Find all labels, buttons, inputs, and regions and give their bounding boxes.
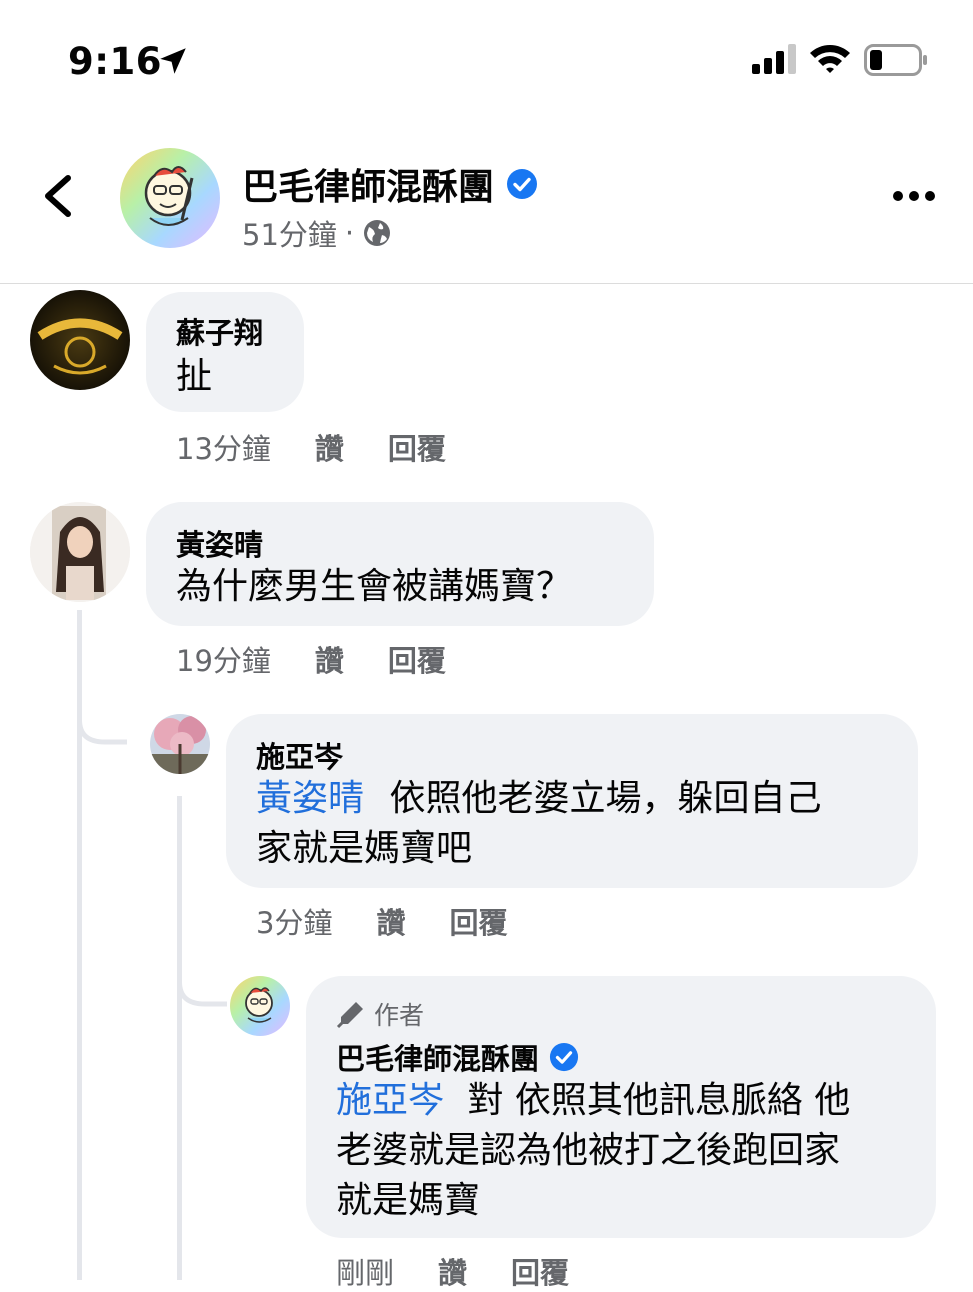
meta-separator: ·: [344, 216, 355, 250]
author-tag-label: 作者: [374, 1001, 425, 1030]
like-button[interactable]: 讚: [376, 900, 405, 942]
comment-text-line: 就是媽寶: [336, 1180, 481, 1221]
avatar[interactable]: [30, 502, 130, 602]
cellular-signal-icon: [752, 44, 796, 74]
reply-button[interactable]: 回覆: [511, 1250, 569, 1292]
post-time[interactable]: 51分鐘: [242, 212, 337, 254]
comment-actions: 19分鐘 讚 回覆: [176, 638, 446, 680]
verified-badge-icon: [507, 169, 538, 199]
back-chevron-icon[interactable]: [38, 172, 78, 220]
comment-actions: 13分鐘 讚 回覆: [176, 426, 446, 468]
comment-author[interactable]: 施亞岑: [256, 734, 343, 776]
author-badge: 作者: [336, 996, 424, 1032]
avatar[interactable]: [230, 976, 290, 1036]
reply-button[interactable]: 回覆: [388, 638, 446, 680]
like-button[interactable]: 讚: [438, 1250, 467, 1292]
comment-bubble[interactable]: 作者 巴毛律師混酥團 施亞岑 對 依照其他訊息脈絡 他 老婆就是認為他被打之後跑…: [306, 976, 936, 1238]
page-avatar[interactable]: [120, 148, 220, 248]
thread-connector: [77, 700, 127, 745]
comment-time[interactable]: 3分鐘: [256, 900, 332, 942]
wifi-icon: [810, 45, 850, 73]
avatar[interactable]: [150, 714, 210, 774]
avatar[interactable]: [30, 290, 130, 390]
status-time: 9:16: [68, 40, 163, 83]
mention-link[interactable]: 施亞岑: [336, 1080, 444, 1121]
comment-text-line: 老婆就是認為他被打之後跑回家: [336, 1130, 841, 1171]
comment-author[interactable]: 蘇子翔: [176, 310, 263, 352]
comment-author-row: 巴毛律師混酥團: [336, 1036, 579, 1078]
comment-bubble[interactable]: 黃姿晴 為什麼男生會被講媽寶？: [146, 502, 654, 626]
post-meta: 51分鐘 ·: [242, 212, 392, 254]
comment-text: 為什麼男生會被講媽寶？: [176, 566, 573, 607]
like-button[interactable]: 讚: [315, 426, 344, 468]
comment-text-line: 依照他老婆立場，躲回自己: [389, 778, 822, 819]
comment-bubble[interactable]: 蘇子翔 扯: [146, 292, 304, 412]
comment-time[interactable]: 13分鐘: [176, 426, 271, 468]
comment-author[interactable]: 巴毛律師混酥團: [336, 1036, 539, 1078]
reply-button[interactable]: 回覆: [449, 900, 507, 942]
comment-time[interactable]: 19分鐘: [176, 638, 271, 680]
page-title[interactable]: 巴毛律師混酥團: [242, 158, 538, 210]
comment-text: 施亞岑 對 依照其他訊息脈絡 他 老婆就是認為他被打之後跑回家 就是媽寶: [336, 1076, 926, 1226]
more-options-icon[interactable]: [892, 184, 936, 208]
battery-icon: [864, 44, 927, 76]
comment-actions: 剛剛 讚 回覆: [336, 1250, 569, 1292]
pencil-icon: [336, 1002, 363, 1029]
comment-text-line: 家就是媽寶吧: [256, 828, 473, 869]
comment-time[interactable]: 剛剛: [336, 1250, 394, 1292]
comment-text: 扯: [176, 356, 213, 397]
comment-text: 黃姿晴 依照他老婆立場，躲回自己 家就是媽寶吧: [256, 774, 906, 874]
reply-button[interactable]: 回覆: [388, 426, 446, 468]
thread-connector: [177, 962, 227, 1007]
comment-actions: 3分鐘 讚 回覆: [256, 900, 507, 942]
header-divider: [0, 283, 973, 284]
thread-line: [177, 796, 182, 1280]
comment-text-line: 對 依照其他訊息脈絡 他: [467, 1080, 851, 1121]
globe-icon: [364, 220, 391, 246]
like-button[interactable]: 讚: [315, 638, 344, 680]
verified-badge-icon: [549, 1042, 579, 1072]
comment-author[interactable]: 黃姿晴: [176, 522, 263, 564]
location-arrow-icon: [160, 48, 186, 74]
mention-link[interactable]: 黃姿晴: [256, 778, 364, 819]
page-name[interactable]: 巴毛律師混酥團: [242, 158, 494, 210]
comment-bubble[interactable]: 施亞岑 黃姿晴 依照他老婆立場，躲回自己 家就是媽寶吧: [226, 714, 918, 888]
